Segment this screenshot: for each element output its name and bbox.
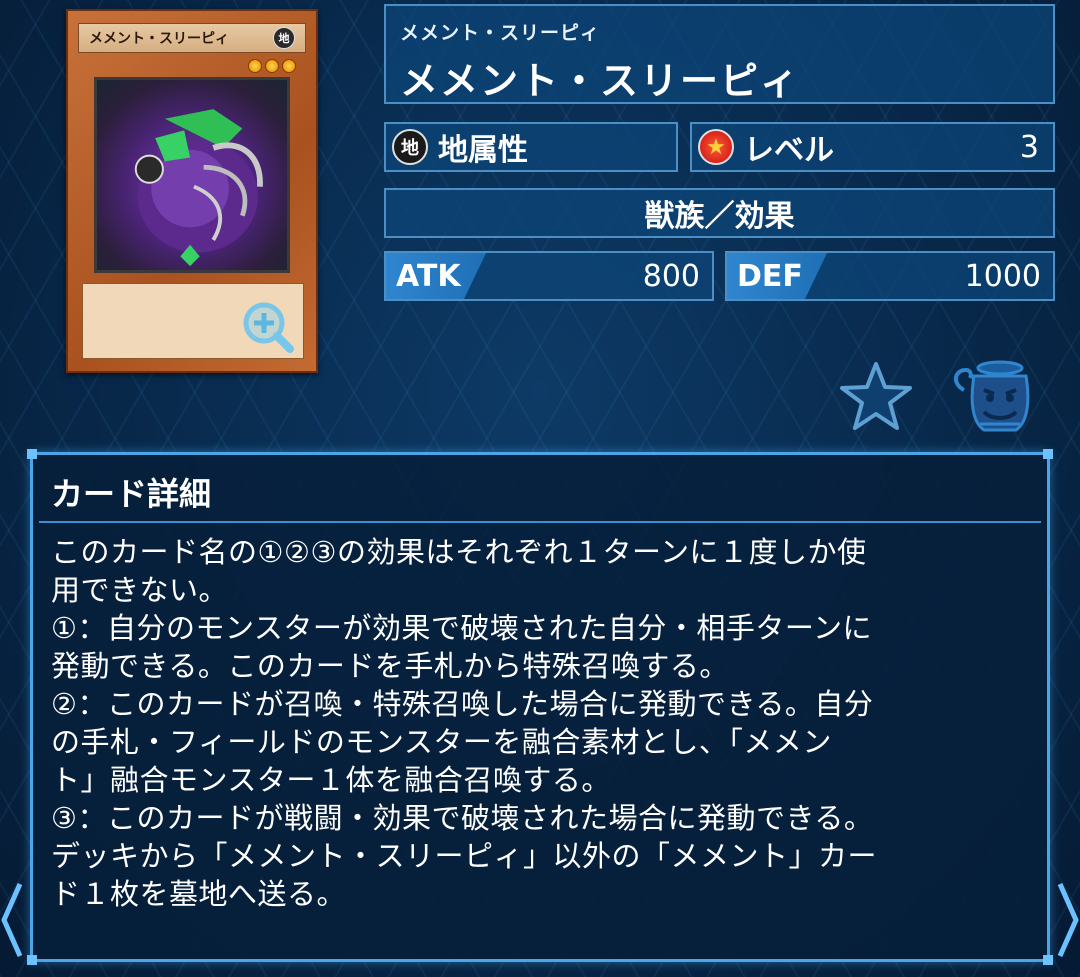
- effect-text-line: の手札・フィールドのモンスターを融合素材とし、「メメン: [51, 725, 832, 759]
- star-icon[interactable]: [838, 360, 914, 432]
- panel-corner: [27, 449, 37, 459]
- earth-attribute-icon: 地: [392, 129, 428, 165]
- card-name-ruby: メメント・スリーピィ: [400, 22, 601, 44]
- effect-text-line: ト」融合モンスター１体を融合召喚する。: [51, 763, 611, 797]
- card-thumbnail-attribute-icon: 地: [273, 27, 295, 49]
- level-star-icon: [265, 59, 279, 73]
- level-panel: ★ レベル 3: [690, 122, 1055, 172]
- card-name-panel: メメント・スリーピィ メメント・スリーピィ: [384, 4, 1055, 104]
- attribute-panel: 地 地属性: [384, 122, 678, 172]
- type-line: 獣族／効果: [644, 199, 795, 234]
- def-label: DEF: [727, 253, 827, 299]
- card-name: メメント・スリーピィ: [400, 59, 801, 103]
- effect-text-line: ①：自分のモンスターが効果で破壊された自分・相手ターンに: [51, 611, 872, 645]
- panel-corner: [1043, 449, 1053, 459]
- next-card-arrow-icon[interactable]: [1056, 880, 1080, 960]
- card-artwork-illustration: [134, 109, 263, 267]
- card-thumbnail-level-stars: [248, 59, 296, 73]
- card-thumbnail-name-bar: メメント・スリーピィ 地: [78, 23, 306, 53]
- def-value: 1000: [964, 258, 1041, 294]
- effect-text-line: ②：このカードが召喚・特殊召喚した場合に発動できる。自分: [51, 687, 874, 721]
- zoom-icon[interactable]: [240, 299, 296, 355]
- effect-text-line: このカード名の①②③の効果はそれぞれ１ターンに１度しか使: [51, 535, 867, 569]
- level-star-icon: ★: [698, 129, 734, 165]
- atk-value: 800: [642, 258, 700, 294]
- card-detail-panel: カード詳細 このカード名の①②③の効果はそれぞれ１ターンに１度しか使 用できない…: [27, 449, 1053, 965]
- level-star-icon: [248, 59, 262, 73]
- atk-label: ATK: [386, 253, 486, 299]
- card-artwork: [94, 77, 290, 273]
- panel-corner: [1043, 955, 1053, 965]
- pot-of-greed-icon[interactable]: [950, 360, 1040, 434]
- def-panel: DEF 1000: [725, 251, 1055, 301]
- level-value: 3: [1019, 129, 1039, 165]
- attribute-label: 地属性: [438, 133, 528, 168]
- detail-divider: [39, 521, 1041, 523]
- card-thumbnail[interactable]: メメント・スリーピィ 地: [66, 9, 318, 373]
- card-effect-text: このカード名の①②③の効果はそれぞれ１ターンに１度しか使 用できない。 ①：自分…: [51, 533, 1035, 913]
- level-label: レベル: [744, 133, 834, 168]
- effect-text-line: 用できない。: [51, 573, 229, 607]
- card-detail-title: カード詳細: [51, 475, 212, 513]
- effect-text-line: デッキから「メメント・スリーピィ」以外の「メメント」カー: [51, 839, 878, 873]
- atk-panel: ATK 800: [384, 251, 714, 301]
- level-star-icon: [282, 59, 296, 73]
- effect-text-line: ド１枚を墓地へ送る。: [51, 877, 347, 911]
- panel-corner: [27, 955, 37, 965]
- previous-card-arrow-icon[interactable]: [0, 880, 24, 960]
- card-thumbnail-name: メメント・スリーピィ: [89, 31, 229, 47]
- effect-text-line: 発動できる。このカードを手札から特殊召喚する。: [51, 649, 729, 683]
- type-panel: 獣族／効果: [384, 188, 1055, 238]
- effect-text-line: ③：このカードが戦闘・効果で破壊された場合に発動できる。: [51, 801, 874, 835]
